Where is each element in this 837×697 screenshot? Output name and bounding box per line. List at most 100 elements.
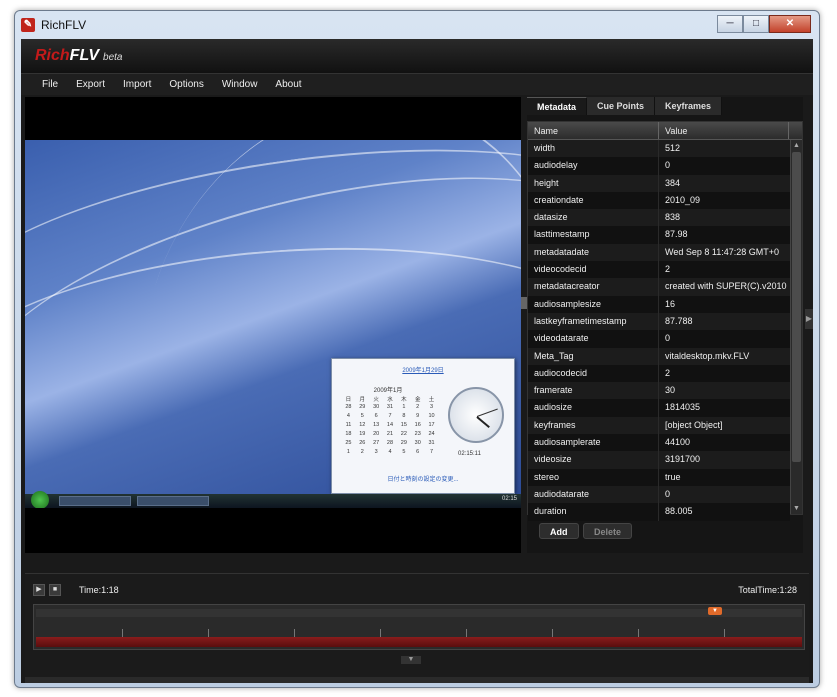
add-button[interactable]: Add bbox=[539, 523, 579, 539]
table-row[interactable]: audiosize 1814035 bbox=[528, 399, 790, 417]
cell-name: audiosamplerate bbox=[528, 434, 659, 452]
tab-cue-points[interactable]: Cue Points bbox=[587, 97, 656, 115]
tab-metadata[interactable]: Metadata bbox=[527, 97, 588, 115]
maximize-button[interactable]: □ bbox=[743, 15, 769, 33]
calendar-day: 31 bbox=[428, 440, 435, 446]
brand-bar: RichFLV beta bbox=[21, 39, 813, 73]
column-header-name[interactable]: Name bbox=[528, 122, 659, 139]
table-row[interactable]: videosize 3191700 bbox=[528, 451, 790, 469]
scroll-down-icon[interactable]: ▼ bbox=[791, 503, 802, 514]
table-row[interactable]: audiodatarate 0 bbox=[528, 485, 790, 504]
table-row[interactable]: Meta_Tag vitaldesktop.mkv.FLV bbox=[528, 347, 790, 365]
cell-value: 88.005 bbox=[665, 506, 693, 517]
total-time: TotalTime:1:28 bbox=[738, 585, 797, 595]
table-row[interactable]: width 512 bbox=[528, 140, 790, 158]
table-row[interactable]: creationdate 2010_09 bbox=[528, 191, 790, 210]
calendar-grid: 日月火水木金土 28 29 30 31 1 2 3 4 5 6 7 8 9 10 11 12 13 14 15 16 17… bbox=[342, 395, 438, 457]
timeline-tick bbox=[724, 629, 725, 637]
cell-value: 3191700 bbox=[665, 454, 701, 465]
scroll-thumb[interactable] bbox=[792, 152, 801, 462]
calendar-day: 7 bbox=[388, 413, 392, 419]
table-row[interactable]: videodatarate 0 bbox=[528, 330, 790, 348]
table-row[interactable]: duration 88.005 bbox=[528, 503, 790, 521]
calendar-day: 6 bbox=[374, 413, 378, 419]
table-scrollbar[interactable]: ▲ ▼ bbox=[790, 140, 802, 514]
metadata-table: Name Value width 512 audiodelay 0 height 384 c… bbox=[527, 121, 803, 521]
menu-options[interactable]: Options bbox=[160, 74, 212, 95]
menu-export[interactable]: Export bbox=[67, 74, 114, 95]
timeline[interactable]: ▼ bbox=[33, 604, 805, 650]
menu-file[interactable]: File bbox=[33, 74, 67, 95]
table-row[interactable]: lasttimestamp 87.98 bbox=[528, 226, 790, 244]
panel-expand-icon[interactable]: ▶ bbox=[805, 309, 813, 329]
table-row[interactable]: lastkeyframetimestamp 87.788 bbox=[528, 312, 790, 331]
table-row[interactable]: metadatadate Wed Sep 8 11:47:28 GMT+0 bbox=[528, 243, 790, 262]
calendar-date-header: 2009年1月29日 bbox=[402, 368, 444, 374]
calendar-day: 31 bbox=[386, 404, 394, 410]
calendar-day-name: 月 bbox=[359, 397, 366, 403]
scroll-up-icon[interactable]: ▲ bbox=[791, 140, 802, 151]
minimize-button[interactable]: ─ bbox=[717, 15, 743, 33]
table-row[interactable]: height 384 bbox=[528, 174, 790, 192]
delete-button[interactable]: Delete bbox=[583, 523, 633, 539]
calendar-day: 18 bbox=[345, 431, 352, 437]
table-row[interactable]: audiosamplesize 16 bbox=[528, 295, 790, 313]
play-button[interactable]: ▶ bbox=[33, 584, 45, 596]
cell-name: creationdate bbox=[528, 191, 659, 210]
cell-value: 384 bbox=[665, 177, 681, 188]
column-header-value[interactable]: Value bbox=[659, 122, 789, 139]
cell-value: Wed Sep 8 11:47:28 GMT+0 bbox=[665, 246, 779, 257]
table-row[interactable]: audiosamplerate 44100 bbox=[528, 434, 790, 452]
calendar-day: 5 bbox=[402, 449, 406, 455]
table-row[interactable]: datasize 838 bbox=[528, 209, 790, 227]
table-row[interactable]: audiocodecid 2 bbox=[528, 364, 790, 383]
tab-bar: Metadata Cue Points Keyframes bbox=[527, 97, 723, 115]
table-body: width 512 audiodelay 0 height 384 creationdate… bbox=[528, 140, 790, 521]
menu-import[interactable]: Import bbox=[114, 74, 160, 95]
cell-name: width bbox=[528, 140, 659, 158]
calendar-day: 1 bbox=[346, 449, 350, 455]
stop-button[interactable]: ■ bbox=[49, 584, 61, 596]
cell-value: vitaldesktop.mkv.FLV bbox=[665, 350, 750, 361]
calendar-day: 4 bbox=[346, 413, 350, 419]
calendar-day: 4 bbox=[388, 449, 392, 455]
table-row[interactable]: framerate 30 bbox=[528, 382, 790, 400]
start-orb-icon bbox=[31, 491, 49, 508]
close-button[interactable]: ✕ bbox=[769, 15, 811, 33]
video-player[interactable]: 2009年1月29日 2009年1月 日月火水木金土 28 29 30 31 1 2 3 4 5 6… bbox=[25, 97, 521, 553]
calendar-day: 30 bbox=[373, 404, 380, 410]
cell-name: lastkeyframetimestamp bbox=[528, 312, 659, 331]
brand-name-white: FLV bbox=[69, 47, 100, 64]
cell-name: videosize bbox=[528, 451, 659, 469]
timeline-tick bbox=[466, 629, 467, 637]
table-row[interactable]: stereo true bbox=[528, 468, 790, 486]
cell-value: 0 bbox=[665, 160, 671, 171]
menu-about[interactable]: About bbox=[266, 74, 310, 95]
cell-name: metadatadate bbox=[528, 243, 659, 262]
tab-keyframes[interactable]: Keyframes bbox=[655, 97, 723, 115]
cell-value: 2 bbox=[665, 264, 671, 275]
calendar-day-name: 金 bbox=[414, 397, 421, 403]
calendar-day: 5 bbox=[360, 413, 364, 419]
calendar-day: 10 bbox=[428, 413, 435, 419]
cell-name: audiodelay bbox=[528, 157, 659, 175]
playhead-marker[interactable]: ▼ bbox=[708, 607, 722, 615]
table-row[interactable]: metadatacreator created with SUPER(C).v20… bbox=[528, 278, 790, 296]
cell-name: framerate bbox=[528, 382, 659, 400]
timeline-track[interactable] bbox=[36, 609, 802, 617]
calendar-day: 13 bbox=[373, 422, 380, 428]
cell-name: Meta_Tag bbox=[528, 347, 659, 365]
title-bar[interactable]: ✎ RichFLV ─ □ ✕ bbox=[15, 11, 819, 39]
table-row[interactable]: keyframes [object Object] bbox=[528, 416, 790, 435]
calendar-day: 8 bbox=[402, 413, 406, 419]
collapse-icon[interactable]: ▼ bbox=[401, 656, 421, 664]
calendar-popup: 2009年1月29日 2009年1月 日月火水木金土 28 29 30 31 1 2 3 4 5 6… bbox=[331, 358, 515, 494]
calendar-day: 27 bbox=[373, 440, 380, 446]
timeline-tick bbox=[638, 629, 639, 637]
table-row[interactable]: videocodecid 2 bbox=[528, 261, 790, 279]
table-row[interactable]: audiodelay 0 bbox=[528, 157, 790, 175]
menu-window[interactable]: Window bbox=[213, 74, 267, 95]
calendar-day: 1 bbox=[402, 404, 406, 410]
calendar-day: 24 bbox=[428, 431, 435, 437]
menu-bar: File Export Import Options Window About bbox=[21, 73, 813, 95]
